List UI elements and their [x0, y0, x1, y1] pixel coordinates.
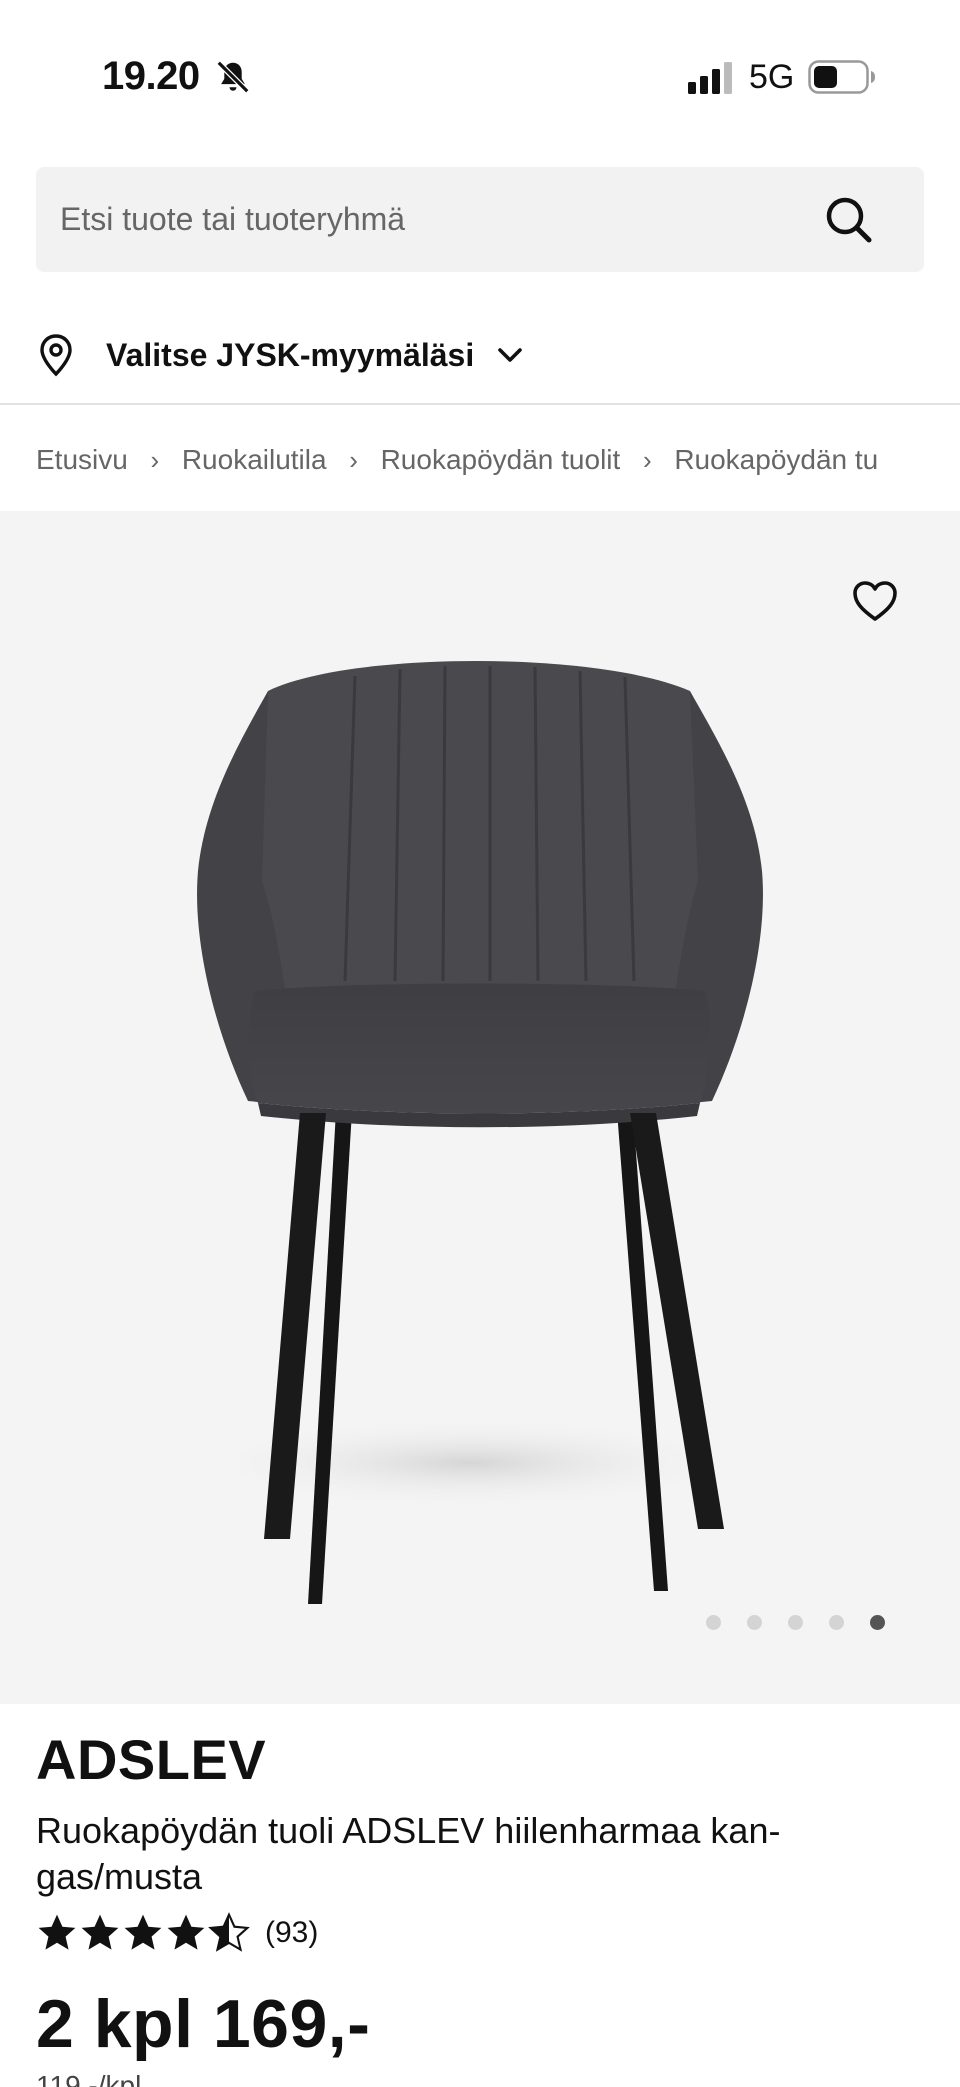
- search-icon[interactable]: [824, 195, 874, 245]
- star-half-icon: [208, 1912, 250, 1952]
- product-description-line: gas/musta: [36, 1856, 203, 1897]
- network-type: 5G: [749, 58, 795, 96]
- bell-off-icon: [216, 60, 250, 94]
- divider: [0, 403, 960, 405]
- carousel-dot[interactable]: [829, 1615, 844, 1630]
- breadcrumb-item-etusivu[interactable]: Etusivu: [36, 444, 128, 476]
- battery-icon: [808, 60, 875, 94]
- breadcrumb-separator-icon: ›: [642, 444, 652, 475]
- breadcrumb-item-ruokailutila[interactable]: Ruokailutila: [182, 444, 327, 476]
- signal-icon: [688, 62, 732, 94]
- location-pin-icon: [40, 334, 72, 377]
- rating-stars: [36, 1912, 251, 1954]
- heart-icon[interactable]: [852, 580, 898, 622]
- carousel-dot[interactable]: [706, 1615, 721, 1630]
- star-full-icon: [167, 1914, 205, 1950]
- unit-price: 119,-/kpl: [36, 2070, 142, 2087]
- star-full-icon: [38, 1914, 76, 1950]
- product-image: [190, 661, 763, 1604]
- carousel-dot-active[interactable]: [870, 1615, 885, 1630]
- breadcrumb-item-tuolit[interactable]: Ruokapöydän tuolit: [381, 444, 621, 476]
- status-time: 19.20: [102, 54, 200, 98]
- breadcrumb-separator-icon: ›: [349, 444, 358, 475]
- product-description-line: Ruokapöydän tuoli ADSLEV hiilenharmaa ka…: [36, 1810, 781, 1851]
- review-count: (93): [265, 1916, 319, 1949]
- carousel-dot[interactable]: [788, 1615, 803, 1630]
- breadcrumb-item-current[interactable]: Ruokapöydän tu: [674, 444, 878, 476]
- product-description: Ruokapöydän tuoli ADSLEV hiilenharmaa ka…: [36, 1808, 896, 1900]
- product-price: 2 kpl 169,-: [36, 1986, 371, 2062]
- carousel-dots: [706, 1615, 885, 1630]
- store-selector-label: Valitse JYSK-myymäläsi: [106, 336, 475, 373]
- breadcrumb: Etusivu › Ruokailutila › Ruokapöydän tuo…: [36, 440, 960, 480]
- breadcrumb-separator-icon: ›: [150, 444, 160, 475]
- product-brand: ADSLEV: [36, 1728, 267, 1791]
- search-bar: [36, 167, 924, 272]
- chevron-down-icon: [498, 348, 523, 362]
- carousel-dot[interactable]: [747, 1615, 762, 1630]
- star-full-icon: [124, 1914, 162, 1950]
- product-rating[interactable]: (93): [36, 1912, 318, 1954]
- star-full-icon: [81, 1914, 119, 1950]
- product-image-gallery[interactable]: [0, 511, 960, 1704]
- store-selector[interactable]: Valitse JYSK-myymäläsi: [36, 330, 526, 380]
- status-bar: 19.20 5G: [0, 0, 960, 150]
- search-input[interactable]: [60, 167, 820, 272]
